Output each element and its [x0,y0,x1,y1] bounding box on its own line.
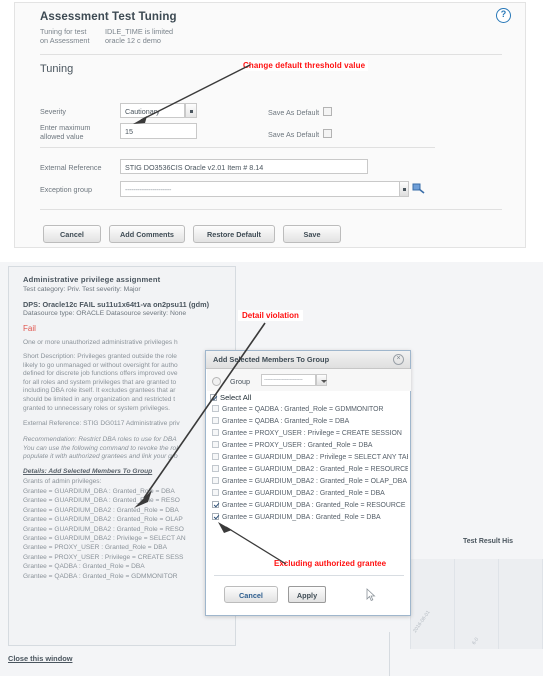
violation-detail-box: Administrative privilege assignment Test… [8,266,236,646]
grantee-checkbox[interactable] [212,489,219,496]
grantee-label: Grantee = GUARDIUM_DBA2 : Granted_Role =… [222,466,408,473]
group-radio[interactable] [212,377,221,386]
details-add-members-link[interactable]: Details: Add Selected Members To Group [23,468,152,475]
save-as-default-label: Save As Default [268,130,320,139]
grantee-label: Grantee = GUARDIUM_DBA : Granted_Role = … [222,502,406,509]
grantee-label: Grantee = GUARDIUM_DBA2 : Privilege = SE… [222,454,408,461]
grantee-row[interactable]: Grantee = PROXY_USER : Granted_Role = DB… [210,440,408,452]
grantee-row[interactable]: Grantee = GUARDIUM_DBA2 : Granted_Role =… [210,488,408,500]
grant-lines: Grantee = GUARDIUM_DBA : Granted_Role = … [23,488,186,580]
grantee-label: Grantee = QADBA : Granted_Role = GDMMONI… [222,406,384,413]
annotation-excluding-grantee: Excluding authorized grantee [274,559,387,568]
section-title: Tuning [40,63,74,75]
test-category-line: Test category: Priv. Test severity: Majo… [23,286,141,293]
grantee-label: Grantee = PROXY_USER : Granted_Role = DB… [222,442,373,449]
grantee-label: Grantee = GUARDIUM_DBA2 : Granted_Role =… [222,490,385,497]
grantee-label: Grantee = GUARDIUM_DBA2 : Granted_Role =… [222,478,407,485]
panel-divider [389,632,390,676]
assessment-test-tuning-panel: ? Assessment Test Tuning Tuning for test… [14,2,526,248]
add-comments-button[interactable]: Add Comments [109,225,185,243]
add-members-modal: Add Selected Members To Group × Group --… [205,350,411,616]
grantee-checkbox[interactable] [212,453,219,460]
divider [40,209,502,210]
grantee-checkbox[interactable] [212,405,219,412]
grantee-row[interactable]: Grantee = GUARDIUM_DBA : Granted_Role = … [210,512,408,524]
short-description: Short Description: Privileges granted ou… [23,353,178,412]
close-icon[interactable]: × [393,354,404,365]
max-allowed-value-label: Enter maximum allowed value [40,123,91,141]
background-chart [410,559,543,649]
help-icon[interactable]: ? [496,8,511,23]
group-select[interactable]: ------------------------ [261,374,316,386]
severity-label: Severity [40,107,66,116]
grantee-row[interactable]: Grantee = QADBA : Granted_Role = GDMMONI… [210,404,408,416]
grantee-checkbox[interactable] [212,429,219,436]
group-picker-icon[interactable] [412,181,426,195]
violation-summary: One or more unauthorized administrative … [23,339,178,346]
annotation-detail-violation: Detail violation [238,310,303,321]
grantee-checkbox[interactable] [212,501,219,508]
save-as-default-label: Save As Default [268,108,320,117]
grantee-row[interactable]: Grantee = GUARDIUM_DBA2 : Privilege = SE… [210,452,408,464]
severity-select[interactable]: Cautionary [120,103,185,118]
max-allowed-value-input[interactable]: 15 [120,123,197,139]
page-title: Assessment Test Tuning [40,11,177,23]
group-label: Group [230,377,250,386]
grantee-row[interactable]: Grantee = PROXY_USER : Privilege = CREAT… [210,428,408,440]
grantee-label: Grantee = PROXY_USER : Privilege = CREAT… [222,430,402,437]
chevron-down-icon[interactable] [185,103,197,118]
chevron-down-icon[interactable] [399,181,409,197]
grantee-row[interactable]: Grantee = GUARDIUM_DBA2 : Granted_Role =… [210,476,408,488]
grantee-checkbox[interactable] [212,441,219,448]
grantee-row[interactable]: Grantee = GUARDIUM_DBA : Granted_Role = … [210,500,408,512]
on-assessment-label: on Assessment [40,36,90,45]
grantee-row[interactable]: Grantee = GUARDIUM_DBA2 : Granted_Role =… [210,464,408,476]
divider [40,54,502,55]
grantee-checkbox[interactable] [212,477,219,484]
tuning-for-test-label: Tuning for test [40,27,87,36]
grantee-label: Grantee = GUARDIUM_DBA : Granted_Role = … [222,514,381,521]
grantee-checkbox[interactable] [212,465,219,472]
external-reference-label: External Reference [40,163,102,172]
grantee-list[interactable]: Grantee = QADBA : Granted_Role = GDMMONI… [210,404,408,537]
grants-label: Grants of admin privileges: [23,478,102,485]
close-this-window-link[interactable]: Close this window [8,654,72,663]
cancel-button[interactable]: Cancel [43,225,101,243]
datasource-type-line: Datasource type: ORACLE Datasource sever… [23,310,187,317]
mouse-cursor-icon [366,588,376,602]
restore-default-button[interactable]: Restore Default [193,225,275,243]
save-as-default-severity[interactable]: Save As Default [268,107,333,117]
chevron-down-icon[interactable] [316,374,327,386]
violation-title: Administrative privilege assignment [23,275,161,284]
external-reference-input[interactable]: STIG DO3536CIS Oracle v2.01 Item # 8.14 [120,159,368,174]
exception-group-select[interactable]: ---------------------- [120,181,407,197]
save-as-default-checkbox[interactable] [323,129,333,138]
status-badge: Fail [23,324,36,333]
save-as-default-maxval[interactable]: Save As Default [268,129,333,139]
grantee-row[interactable]: Grantee = QADBA : Granted_Role = DBA [210,416,408,428]
test-result-history-title: Test Result His [463,538,514,545]
recommendation-text: Recommendation: Restrict DBA roles to us… [23,436,178,461]
save-as-default-checkbox[interactable] [323,107,333,116]
on-assessment-value: oracle 12 c demo [105,36,161,45]
divider [40,147,435,148]
divider [214,575,404,576]
select-all-row[interactable]: Select All [210,393,251,402]
grantee-checkbox[interactable] [212,513,219,520]
tuning-for-test-value: IDLE_TIME is limited [105,27,174,36]
datasource-line: DPS: Oracle12c FAIL su11u1x64t1-va on2ps… [23,300,210,309]
exception-group-label: Exception group [40,185,92,194]
select-all-checkbox[interactable] [210,394,217,401]
modal-title: Add Selected Members To Group [213,355,330,364]
select-all-label: Select All [220,393,252,402]
annotation-change-threshold: Change default threshold value [240,60,369,71]
external-reference-text: External Reference: STIG DG0117 Administ… [23,420,180,427]
modal-apply-button[interactable]: Apply [288,586,326,603]
grantee-label: Grantee = QADBA : Granted_Role = DBA [222,418,350,425]
modal-cancel-button[interactable]: Cancel [224,586,278,603]
grantee-checkbox[interactable] [212,417,219,424]
save-button[interactable]: Save [283,225,341,243]
